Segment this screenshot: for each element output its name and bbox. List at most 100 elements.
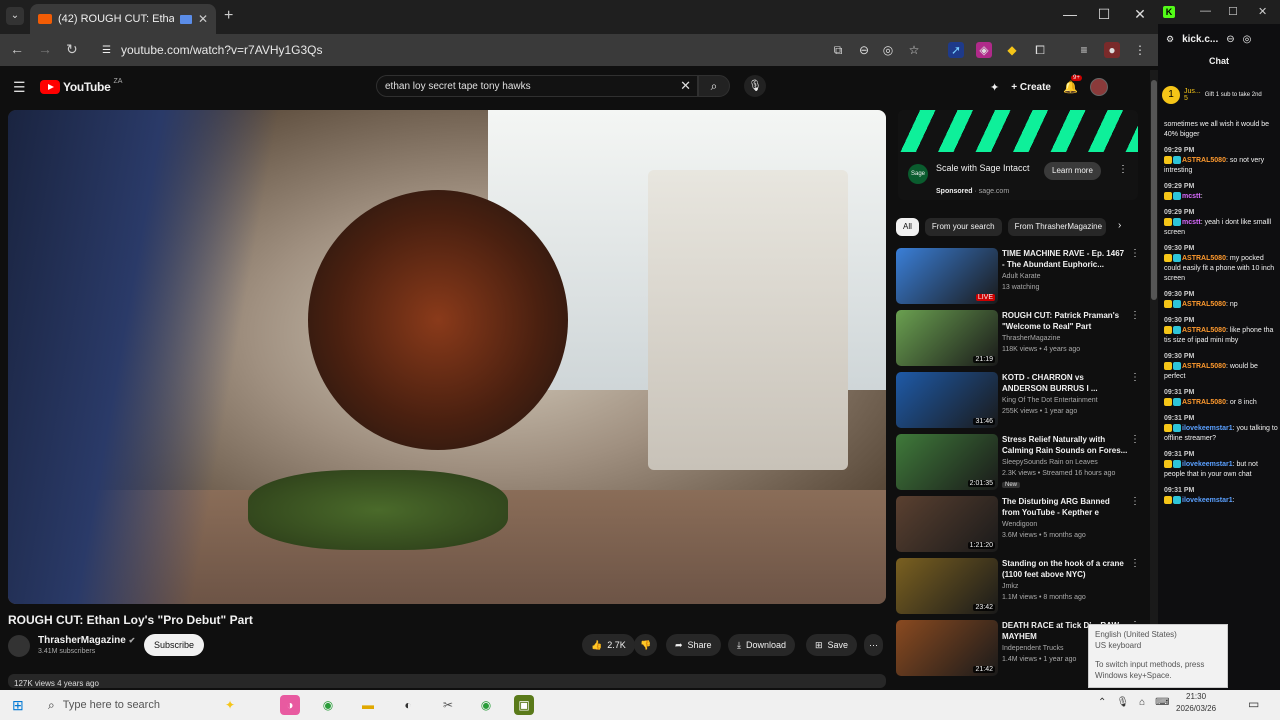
chat-username[interactable]: ASTRAL5080 <box>1182 255 1226 262</box>
snipping-icon[interactable]: ✂ <box>438 695 458 715</box>
channel-name[interactable]: ThrasherMagazine <box>38 635 126 646</box>
video-thumbnail[interactable]: 1:21:20 <box>896 496 998 552</box>
ad-menu-icon[interactable]: ⋮ <box>1118 164 1128 175</box>
chat-username[interactable]: mcstt <box>1182 193 1201 200</box>
like-button[interactable]: 👍 2.7K <box>582 634 635 656</box>
taskbar-clock[interactable]: 21:30 2026/03/26 <box>1176 691 1216 715</box>
chip-all[interactable]: All <box>896 218 919 236</box>
reload-icon[interactable]: ↻ <box>66 41 78 58</box>
chat-username[interactable]: mcstt <box>1182 219 1201 226</box>
video-thumbnail[interactable]: 31:46 <box>896 372 998 428</box>
page-scrollbar[interactable] <box>1150 70 1158 688</box>
video-thumbnail[interactable]: 23:42 <box>896 558 998 614</box>
copilot-icon[interactable]: ◑ <box>280 695 300 715</box>
dislike-button[interactable]: 👎 <box>634 634 658 656</box>
profile-icon[interactable]: ● <box>1104 42 1120 58</box>
save-button[interactable]: ⊞ Save <box>806 634 858 656</box>
notification-center-icon[interactable]: ▭ <box>1248 697 1259 711</box>
microphone-icon[interactable]: 🎙 <box>1116 697 1129 708</box>
video-thumbnail[interactable]: 21:19 <box>896 310 998 366</box>
more-options-icon[interactable]: ⋮ <box>1130 434 1140 445</box>
chip-from-search[interactable]: From your search <box>924 218 1002 236</box>
more-actions-button[interactable]: ⋯ <box>864 634 883 656</box>
related-video-card[interactable]: 21:19 ROUGH CUT: Patrick Praman's "Welcom… <box>896 310 1146 368</box>
youtube-logo[interactable]: YouTube ZA <box>40 78 122 94</box>
related-video-channel[interactable]: King Of The Dot Entertainment <box>1002 397 1098 404</box>
file-explorer-icon[interactable]: ▬ <box>358 695 378 715</box>
related-video-title[interactable]: Standing on the hook of a crane (1100 fe… <box>1002 558 1128 580</box>
gift-leaderboard[interactable]: 1 Jus... 5 Gift 1 sub to take 2nd <box>1162 80 1276 110</box>
video-thumbnail[interactable]: 21:42 <box>896 620 998 676</box>
related-video-channel[interactable]: ThrasherMagazine <box>1002 335 1060 342</box>
account-avatar[interactable] <box>1089 78 1108 96</box>
more-options-icon[interactable]: ⋮ <box>1130 496 1140 507</box>
chat-username[interactable]: ASTRAL5080 <box>1182 301 1226 308</box>
sponsored-ad[interactable]: Sage Scale with Sage Intacct Sponsored ·… <box>898 110 1138 200</box>
tracking-eye-icon[interactable]: ◎ <box>880 42 896 58</box>
video-player[interactable] <box>8 110 886 604</box>
bookmark-star-icon[interactable]: ☆ <box>906 42 922 58</box>
tab-close-icon[interactable]: ✕ <box>198 12 208 26</box>
install-app-icon[interactable]: ⧉ <box>830 42 846 58</box>
voice-search-button[interactable]: 🎙 <box>744 75 766 97</box>
forward-icon[interactable]: → <box>38 41 52 57</box>
hamburger-menu-icon[interactable]: ☰ <box>13 79 26 96</box>
chrome-icon[interactable]: ◉ <box>318 695 338 715</box>
subscribe-button[interactable]: Subscribe <box>144 634 205 656</box>
more-options-icon[interactable]: ⋮ <box>1130 372 1140 383</box>
search-button[interactable]: ⌕ <box>698 75 730 97</box>
windows-start-icon[interactable]: ⊞ <box>12 697 24 714</box>
tab-search-button[interactable]: ⌄ <box>6 7 24 25</box>
related-video-card[interactable]: LIVE TIME MACHINE RAVE - Ep. 1467 - The A… <box>896 248 1146 306</box>
sparkle-icon[interactable]: ✦ <box>220 695 240 715</box>
kick-close-button[interactable]: ✕ <box>1258 5 1267 18</box>
chat-username[interactable]: ilovekeemstar1 <box>1182 461 1233 468</box>
more-options-icon[interactable]: ⋮ <box>1130 310 1140 321</box>
chat-username[interactable]: ASTRAL5080 <box>1182 363 1226 370</box>
clear-search-icon[interactable]: ✕ <box>680 78 691 94</box>
site-settings-icon[interactable]: ⚙ <box>1166 34 1174 45</box>
extensions-puzzle-icon[interactable]: ⧠ <box>1032 42 1048 58</box>
related-video-title[interactable]: TIME MACHINE RAVE - Ep. 1467 - The Abund… <box>1002 248 1128 270</box>
related-video-title[interactable]: Stress Relief Naturally with Calming Rai… <box>1002 434 1128 456</box>
learn-more-button[interactable]: Learn more <box>1044 162 1101 180</box>
kick-maximize-button[interactable]: ☐ <box>1228 5 1238 18</box>
chrome-profile-icon[interactable]: ◉ <box>476 695 496 715</box>
site-info-icon[interactable]: ☰ <box>102 45 111 56</box>
extension-icon-2[interactable]: ◈ <box>976 42 992 58</box>
description-box[interactable]: 127K views 4 years ago <box>8 674 886 688</box>
app-icon-4[interactable]: ◐ <box>398 695 418 715</box>
minimize-button[interactable]: — <box>1052 6 1088 22</box>
related-video-channel[interactable]: Adult Karate <box>1002 273 1041 280</box>
video-thumbnail[interactable]: 2:01:35 <box>896 434 998 490</box>
related-video-card[interactable]: 1:21:20 The Disturbing ARG Banned from Yo… <box>896 496 1146 554</box>
related-video-channel[interactable]: Wendigoon <box>1002 521 1037 528</box>
related-video-title[interactable]: The Disturbing ARG Banned from YouTube -… <box>1002 496 1128 518</box>
network-icon[interactable]: ⌂ <box>1139 697 1145 708</box>
close-window-button[interactable]: ✕ <box>1122 6 1158 23</box>
browser-tab-active[interactable]: (42) ROUGH CUT: Ethan Loy's "Pro Debut" … <box>30 4 216 34</box>
app-icon-7[interactable]: ▣ <box>514 695 534 715</box>
maximize-button[interactable]: ☐ <box>1086 6 1122 23</box>
related-video-title[interactable]: ROUGH CUT: Patrick Praman's "Welcome to … <box>1002 310 1128 332</box>
related-video-card[interactable]: 23:42 Standing on the hook of a crane (11… <box>896 558 1146 616</box>
notifications-button[interactable]: 🔔 9+ <box>1063 75 1082 94</box>
chat-username[interactable]: ASTRAL5080 <box>1182 157 1226 164</box>
chip-from-channel[interactable]: From ThrasherMagazine <box>1007 218 1106 236</box>
related-video-card[interactable]: 2:01:35 Stress Relief Naturally with Calm… <box>896 434 1146 492</box>
channel-avatar[interactable] <box>8 635 30 657</box>
zoom-icon[interactable]: ⊖ <box>1226 34 1234 45</box>
back-icon[interactable]: ← <box>10 41 24 57</box>
extension-icon-3[interactable]: ◆ <box>1004 42 1020 58</box>
related-video-channel[interactable]: Independent Trucks <box>1002 645 1064 652</box>
related-video-card[interactable]: 31:46 KOTD - CHARRON vs ANDERSON BURRUS I… <box>896 372 1146 430</box>
taskbar-search[interactable]: ⌕ Type here to search <box>42 692 212 718</box>
kick-minimize-button[interactable]: — <box>1200 5 1211 17</box>
new-tab-button[interactable]: + <box>224 7 233 25</box>
chat-username[interactable]: ilovekeemstar1 <box>1182 425 1233 432</box>
zoom-icon[interactable]: ⊖ <box>856 42 872 58</box>
chat-username[interactable]: ilovekeemstar1 <box>1182 497 1233 504</box>
browser-menu-icon[interactable]: ⋮ <box>1132 42 1148 58</box>
scrollbar-thumb[interactable] <box>1151 80 1157 300</box>
video-thumbnail[interactable]: LIVE <box>896 248 998 304</box>
